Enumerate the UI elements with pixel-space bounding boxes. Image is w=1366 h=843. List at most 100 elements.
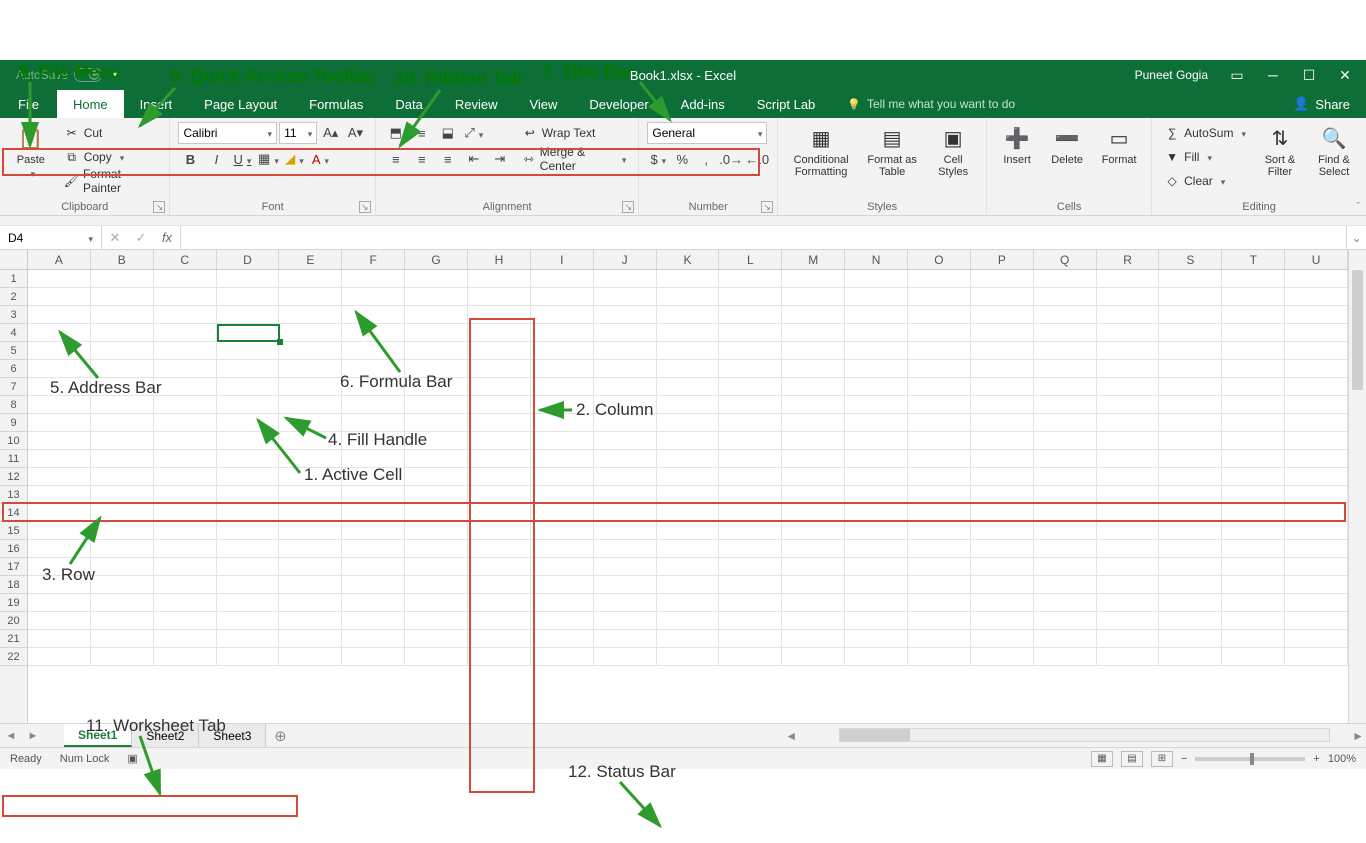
row-header-7[interactable]: 7 (0, 378, 27, 396)
format-as-table-button[interactable]: ▤Format as Table (862, 122, 922, 180)
fill-handle[interactable] (277, 339, 283, 345)
increase-decimal-button[interactable]: .0→ (719, 148, 743, 170)
bold-button[interactable]: B (178, 148, 202, 170)
col-header-F[interactable]: F (342, 250, 405, 269)
col-header-T[interactable]: T (1222, 250, 1285, 269)
font-color-button[interactable]: A (308, 148, 332, 170)
ribbon-options-icon[interactable]: ▭ (1230, 68, 1244, 82)
format-cells-button[interactable]: ▭Format (1095, 122, 1143, 168)
col-header-A[interactable]: A (28, 250, 91, 269)
row-header-8[interactable]: 8 (0, 396, 27, 414)
border-button[interactable]: ▦ (256, 148, 280, 170)
page-break-view-button[interactable]: ⊞ (1151, 751, 1173, 767)
align-right-button[interactable]: ≡ (436, 148, 460, 170)
align-bottom-button[interactable]: ⬓ (436, 122, 460, 144)
row-header-21[interactable]: 21 (0, 630, 27, 648)
italic-button[interactable]: I (204, 148, 228, 170)
decrease-decimal-button[interactable]: ←.0 (745, 148, 769, 170)
vertical-scrollbar[interactable] (1348, 250, 1366, 723)
enter-formula-button[interactable]: ✓ (128, 230, 154, 246)
col-header-R[interactable]: R (1097, 250, 1160, 269)
dialog-launcher-icon[interactable]: ↘ (153, 201, 165, 213)
row-header-9[interactable]: 9 (0, 414, 27, 432)
tab-view[interactable]: View (513, 90, 573, 118)
col-header-P[interactable]: P (971, 250, 1034, 269)
align-center-button[interactable]: ≡ (410, 148, 434, 170)
comma-button[interactable]: , (695, 148, 717, 170)
row-header-17[interactable]: 17 (0, 558, 27, 576)
add-sheet-button[interactable]: ⊕ (266, 724, 294, 747)
increase-font-button[interactable]: A▴ (319, 122, 342, 144)
cells-area[interactable] (28, 270, 1348, 723)
share-button[interactable]: 👤Share (1277, 90, 1366, 118)
dialog-launcher-icon[interactable]: ↘ (622, 201, 634, 213)
col-header-E[interactable]: E (279, 250, 342, 269)
zoom-in-button[interactable]: + (1313, 753, 1319, 765)
col-header-M[interactable]: M (782, 250, 845, 269)
row-header-18[interactable]: 18 (0, 576, 27, 594)
col-header-J[interactable]: J (594, 250, 657, 269)
tab-page-layout[interactable]: Page Layout (188, 90, 293, 118)
normal-view-button[interactable]: ▦ (1091, 751, 1113, 767)
formula-input[interactable] (181, 226, 1346, 249)
cell-styles-button[interactable]: ▣Cell Styles (928, 122, 978, 180)
select-all-corner[interactable] (0, 250, 28, 270)
sort-filter-button[interactable]: ⇅Sort & Filter (1256, 122, 1304, 180)
fill-button[interactable]: ▼Fill (1160, 146, 1250, 168)
page-layout-view-button[interactable]: ▤ (1121, 751, 1143, 767)
sheet-nav-prev[interactable]: ◄ (0, 724, 22, 747)
merge-center-button[interactable]: ⇿Merge & Center (518, 148, 631, 170)
dialog-launcher-icon[interactable]: ↘ (761, 201, 773, 213)
zoom-slider[interactable] (1195, 757, 1305, 761)
horizontal-scrollbar[interactable] (839, 728, 1330, 742)
row-header-16[interactable]: 16 (0, 540, 27, 558)
collapse-ribbon-button[interactable]: ˇ (1356, 201, 1360, 213)
find-select-button[interactable]: 🔍Find & Select (1310, 122, 1358, 180)
font-name-select[interactable]: Calibri (178, 122, 277, 144)
number-format-select[interactable]: General (647, 122, 767, 144)
font-size-select[interactable]: 11 (279, 122, 317, 144)
col-header-D[interactable]: D (217, 250, 280, 269)
autosum-button[interactable]: ∑AutoSum (1160, 122, 1250, 144)
col-header-S[interactable]: S (1159, 250, 1222, 269)
fill-color-button[interactable]: ◢ (282, 148, 306, 170)
format-painter-button[interactable]: 🖌Format Painter (60, 170, 162, 192)
row-header-14[interactable]: 14 (0, 504, 27, 522)
cancel-formula-button[interactable]: ✕ (102, 230, 128, 246)
col-header-G[interactable]: G (405, 250, 468, 269)
tab-data[interactable]: Data (379, 90, 438, 118)
conditional-formatting-button[interactable]: ▦Conditional Formatting (786, 122, 856, 180)
row-header-15[interactable]: 15 (0, 522, 27, 540)
align-left-button[interactable]: ≡ (384, 148, 408, 170)
name-box[interactable]: D4 (0, 226, 102, 249)
col-header-K[interactable]: K (657, 250, 720, 269)
tab-scriptlab[interactable]: Script Lab (741, 90, 832, 118)
col-header-C[interactable]: C (154, 250, 217, 269)
tab-formulas[interactable]: Formulas (293, 90, 379, 118)
col-header-O[interactable]: O (908, 250, 971, 269)
row-header-22[interactable]: 22 (0, 648, 27, 666)
expand-formula-bar[interactable]: ⌄ (1346, 226, 1366, 249)
col-header-I[interactable]: I (531, 250, 594, 269)
minimize-button[interactable]: ─ (1266, 68, 1280, 82)
decrease-indent-button[interactable]: ⇤ (462, 148, 486, 170)
paste-button[interactable]: 📋Paste (8, 122, 54, 182)
tab-review[interactable]: Review (439, 90, 514, 118)
row-header-1[interactable]: 1 (0, 270, 27, 288)
currency-button[interactable]: $ (647, 148, 669, 170)
zoom-out-button[interactable]: − (1181, 753, 1187, 765)
tab-developer[interactable]: Developer (573, 90, 664, 118)
underline-button[interactable]: U (230, 148, 254, 170)
copy-button[interactable]: ⧉Copy (60, 146, 162, 168)
row-header-10[interactable]: 10 (0, 432, 27, 450)
cut-button[interactable]: ✂Cut (60, 122, 162, 144)
row-header-5[interactable]: 5 (0, 342, 27, 360)
col-header-L[interactable]: L (719, 250, 782, 269)
insert-cells-button[interactable]: ➕Insert (995, 122, 1039, 168)
hscroll-thumb[interactable] (840, 729, 910, 741)
row-header-2[interactable]: 2 (0, 288, 27, 306)
tab-file[interactable]: File (0, 90, 57, 118)
hscroll-left[interactable]: ◄ (783, 724, 799, 747)
row-header-3[interactable]: 3 (0, 306, 27, 324)
row-header-13[interactable]: 13 (0, 486, 27, 504)
